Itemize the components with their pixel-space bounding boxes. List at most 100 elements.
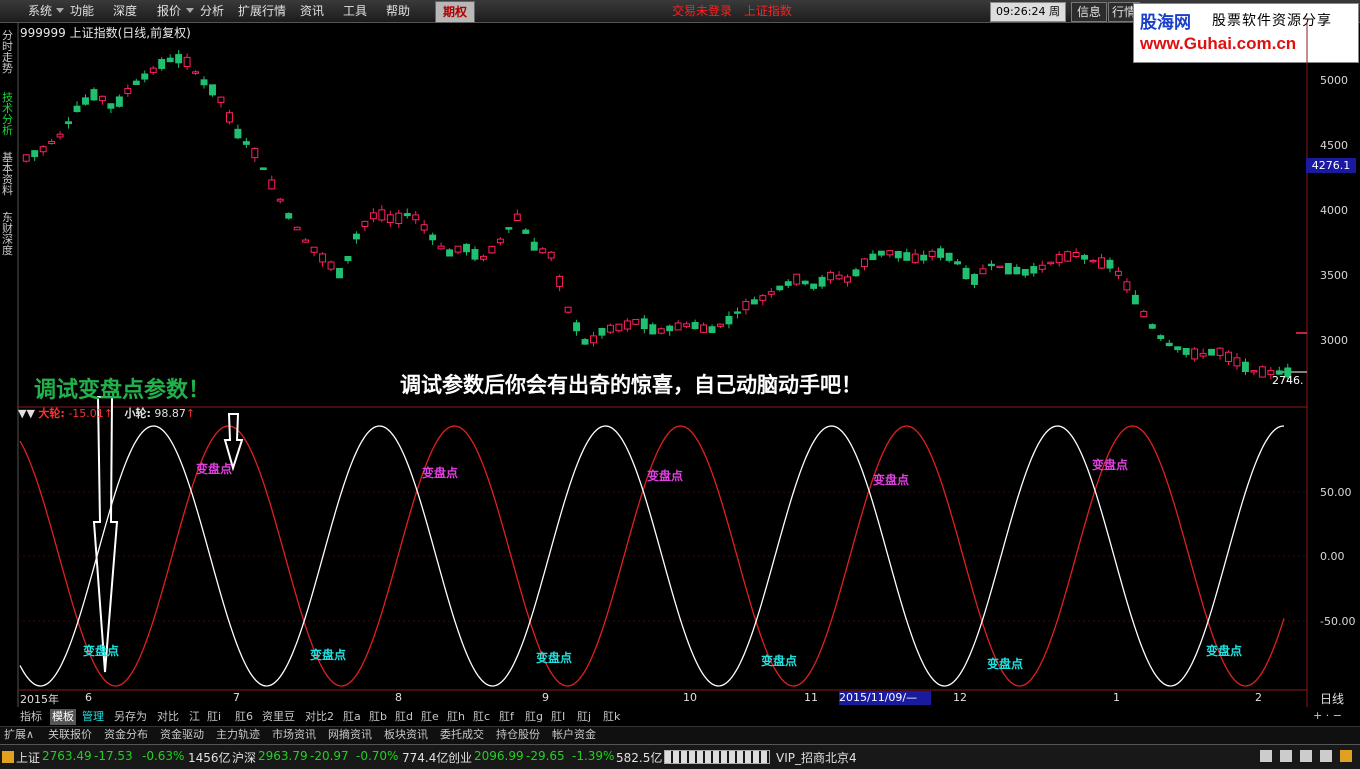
lock-icon[interactable]	[1300, 750, 1312, 762]
candle-body	[818, 276, 826, 287]
tb-item[interactable]: 资里豆	[262, 709, 295, 725]
tb-item[interactable]: 肛g	[525, 709, 543, 725]
candle-body	[1250, 370, 1258, 373]
tb-item[interactable]: 肛d	[395, 709, 413, 725]
sh-name[interactable]: 上证	[16, 749, 40, 766]
sound-icon[interactable]	[1320, 750, 1332, 762]
candle-body	[657, 328, 665, 334]
tb-compare[interactable]: 对比	[157, 709, 179, 725]
menu-analysis[interactable]: 分析	[200, 0, 224, 22]
menu-news[interactable]: 资讯	[300, 0, 324, 22]
sh-amount: 1456亿	[188, 751, 231, 765]
tab-fund-drive[interactable]: 资金驱动	[160, 727, 204, 743]
candle-body	[319, 253, 327, 263]
chart-canvas[interactable]	[0, 22, 1310, 712]
cy-amount: 582.5亿	[616, 751, 663, 765]
settings-icon[interactable]	[1340, 750, 1352, 762]
candle-body	[175, 54, 183, 64]
tb-item[interactable]: 肛k	[603, 709, 620, 725]
tb-item[interactable]: 江	[189, 709, 200, 725]
signal-meter	[664, 750, 770, 764]
candle-body	[268, 179, 276, 190]
candle-body	[73, 105, 81, 113]
candle-body	[454, 245, 462, 253]
turn-point-label: 变盘点	[196, 462, 233, 476]
menu-help[interactable]: 帮助	[386, 0, 410, 22]
tb-compare2[interactable]: 对比2	[305, 709, 334, 725]
candle-body	[82, 97, 89, 105]
tb-indicator[interactable]: 指标	[20, 709, 42, 725]
zoom-controls[interactable]: + · −	[1313, 709, 1342, 722]
menu-system[interactable]: 系统	[28, 0, 52, 22]
info-button[interactable]: 信息	[1071, 2, 1107, 22]
candle-body	[310, 246, 318, 253]
notice-icon[interactable]	[1260, 750, 1272, 762]
osc-tick-0: 0.00	[1320, 550, 1345, 563]
candle-body	[1182, 347, 1190, 355]
tab-orders[interactable]: 委托成交	[440, 727, 484, 743]
indicator-toggle-icon[interactable]: ▼▼	[18, 407, 35, 420]
candle-body	[530, 241, 538, 251]
candle-body	[403, 213, 411, 217]
tb-item[interactable]: 肛c	[473, 709, 490, 725]
candle-body	[1106, 259, 1114, 269]
candle-body	[1072, 252, 1080, 258]
tab-web-digest[interactable]: 网摘资讯	[328, 727, 372, 743]
menu-quote[interactable]: 报价	[157, 0, 181, 22]
candle-body	[606, 324, 614, 333]
tab-fund-distribution[interactable]: 资金分布	[104, 727, 148, 743]
indicator-header[interactable]: ▼▼ 大轮: -15.01↑ 小轮: 98.87↑	[18, 405, 195, 421]
tab-account-funds[interactable]: 帐户资金	[552, 727, 596, 743]
tab-related-quotes[interactable]: 关联报价	[48, 727, 92, 743]
tip-overlay-left: 调试变盘点参数！	[34, 378, 211, 403]
tab-sector-news[interactable]: 板块资讯	[384, 727, 428, 743]
tab-market-news[interactable]: 市场资讯	[272, 727, 316, 743]
candle-body	[666, 325, 674, 332]
tb-item[interactable]: 肛e	[421, 709, 439, 725]
current-price-tag: 4276.1	[1306, 158, 1356, 173]
candle-body	[623, 320, 631, 330]
turn-point-label: 变盘点	[536, 651, 573, 665]
menu-ext-market[interactable]: 扩展行情	[238, 0, 286, 22]
tb-item[interactable]: 肛j	[577, 709, 591, 725]
candle-body	[395, 212, 403, 225]
tb-manage[interactable]: 管理	[82, 709, 104, 725]
tab-positions[interactable]: 持仓股份	[496, 727, 540, 743]
menu-function[interactable]: 功能	[70, 0, 94, 22]
candle-body	[124, 87, 132, 94]
calc-icon[interactable]	[1280, 750, 1292, 762]
tb-item[interactable]: 肛h	[447, 709, 465, 725]
tb-item[interactable]: 肛I	[551, 709, 565, 725]
menu-depth[interactable]: 深度	[113, 0, 137, 22]
candle-body	[996, 265, 1004, 269]
candle-body	[971, 273, 978, 285]
tb-template[interactable]: 模板	[50, 709, 76, 725]
menu-tools[interactable]: 工具	[343, 0, 367, 22]
tb-save-as[interactable]: 另存为	[114, 709, 147, 725]
clock: 09:26:24 周日	[990, 2, 1066, 36]
hs-name[interactable]: 沪深	[232, 749, 256, 766]
current-index[interactable]: 上证指数	[744, 4, 792, 18]
candle-body	[259, 167, 267, 171]
period-selector[interactable]: 日线	[1320, 690, 1344, 707]
x-tick: 11	[804, 691, 818, 704]
tab-expand[interactable]: 扩展∧	[4, 727, 34, 743]
candle-body	[1241, 361, 1249, 373]
server-name[interactable]: VIP_招商北京4	[776, 749, 857, 766]
tb-item[interactable]: 肛i	[207, 709, 221, 725]
indicator-toolbar: 指标 模板 管理 另存为 对比 江 肛i 肛6 资里豆 对比2 肛a 肛b 肛d…	[0, 709, 1310, 725]
menu-icon[interactable]	[2, 751, 14, 763]
candle-body	[1013, 266, 1021, 275]
tb-item[interactable]: 肛6	[235, 709, 253, 725]
candle-body	[640, 318, 648, 330]
tab-main-force[interactable]: 主力轨迹	[216, 727, 260, 743]
candle-body	[217, 96, 225, 103]
candle-body	[1089, 259, 1097, 263]
options-button[interactable]: 期权	[435, 1, 475, 23]
tb-item[interactable]: 肛f	[499, 709, 514, 725]
login-status[interactable]: 交易未登录	[672, 4, 732, 18]
tb-item[interactable]: 肛b	[369, 709, 387, 725]
hs-percent: -0.70%	[356, 749, 399, 763]
cy-name[interactable]: 创业	[448, 749, 472, 766]
tb-item[interactable]: 肛a	[343, 709, 361, 725]
